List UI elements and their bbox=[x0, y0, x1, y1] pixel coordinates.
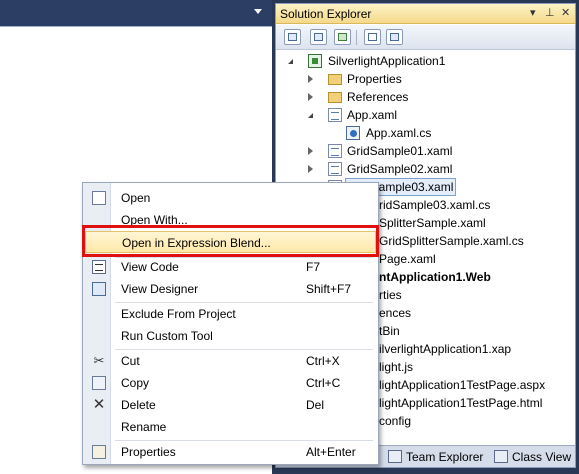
collapse-arrow-icon[interactable] bbox=[308, 147, 313, 155]
tab-label: Team Explorer bbox=[406, 450, 484, 464]
tab-label: Class View bbox=[512, 450, 572, 464]
collapse-arrow-icon[interactable] bbox=[308, 75, 313, 83]
xaml-file-icon bbox=[328, 162, 342, 176]
collapse-arrow-icon[interactable] bbox=[308, 93, 313, 101]
menu-item-shortcut: Ctrl+X bbox=[306, 354, 340, 368]
menu-item-label: Cut bbox=[121, 354, 140, 368]
menu-item-view-designer[interactable]: View Designer Shift+F7 bbox=[85, 278, 376, 300]
expand-arrow-icon[interactable] bbox=[308, 113, 313, 118]
menu-item-shortcut: Alt+Enter bbox=[306, 445, 356, 459]
tree-item-label: App.xaml bbox=[347, 108, 398, 122]
menu-item-properties[interactable]: Properties Alt+Enter bbox=[85, 441, 376, 463]
tree-item-label: tBin bbox=[379, 324, 400, 338]
menu-item-label: Open in Expression Blend... bbox=[122, 236, 271, 250]
properties-icon[interactable] bbox=[284, 29, 301, 45]
references-folder-icon bbox=[328, 92, 342, 103]
menu-item-exclude-from-project[interactable]: Exclude From Project bbox=[85, 303, 376, 325]
menu-item-shortcut: Shift+F7 bbox=[306, 282, 352, 296]
tree-item-app-xaml[interactable]: App.xaml bbox=[308, 106, 568, 124]
tree-item-label: App.xaml.cs bbox=[366, 126, 432, 140]
team-explorer-icon bbox=[388, 450, 402, 463]
properties-folder-icon bbox=[328, 74, 342, 85]
menu-item-open[interactable]: Open bbox=[85, 187, 376, 209]
menu-item-label: Open With... bbox=[121, 213, 188, 227]
tree-item-label: ridSample03.xaml.cs bbox=[379, 198, 491, 212]
menu-item-run-custom-tool[interactable]: Run Custom Tool bbox=[85, 325, 376, 347]
view-designer-icon[interactable] bbox=[386, 29, 403, 45]
expand-arrow-icon[interactable] bbox=[288, 59, 293, 64]
open-icon bbox=[92, 191, 106, 205]
tree-item-label: config bbox=[379, 414, 412, 428]
delete-icon: ✕ bbox=[92, 396, 106, 413]
tree-item-label: ntApplication1.Web bbox=[379, 270, 491, 284]
tree-item-label: rties bbox=[379, 288, 402, 302]
tree-item-label: ences bbox=[379, 306, 412, 320]
xaml-file-icon bbox=[328, 108, 342, 122]
tree-item-label: References bbox=[347, 90, 409, 104]
menu-item-open-with[interactable]: Open With... bbox=[85, 209, 376, 231]
tree-item-label: lightApplication1TestPage.html bbox=[379, 396, 543, 410]
collapse-arrow-icon[interactable] bbox=[308, 165, 313, 173]
menu-item-cut[interactable]: ✂ Cut Ctrl+X bbox=[85, 350, 376, 372]
context-menu: Open Open With... Open in Expression Ble… bbox=[82, 182, 379, 465]
show-all-files-icon[interactable] bbox=[310, 29, 327, 45]
menu-item-label: View Code bbox=[121, 260, 179, 274]
view-code-icon bbox=[92, 260, 106, 274]
menu-item-shortcut: Del bbox=[306, 398, 325, 412]
tree-item-silverlight-project[interactable]: SilverlightApplication1 bbox=[288, 52, 568, 70]
class-view-icon bbox=[494, 450, 508, 463]
tree-item-label: GridSplitterSample.xaml.cs bbox=[379, 234, 524, 248]
menu-item-shortcut: Ctrl+C bbox=[306, 376, 341, 390]
scissors-icon: ✂ bbox=[93, 353, 105, 368]
refresh-icon[interactable] bbox=[334, 29, 351, 45]
solution-explorer-titlebar: Solution Explorer ▾ ⊥ ✕ bbox=[276, 4, 575, 24]
tree-item-label: lightApplication1TestPage.aspx bbox=[379, 378, 546, 392]
view-code-icon[interactable] bbox=[364, 29, 381, 45]
silverlight-project-icon bbox=[308, 54, 322, 68]
menu-item-label: Run Custom Tool bbox=[121, 329, 213, 343]
tab-dropdown-icon[interactable] bbox=[254, 9, 262, 14]
tree-item-label: SilverlightApplication1 bbox=[328, 54, 446, 68]
auto-hide-pin-icon[interactable]: ⊥ bbox=[545, 6, 555, 19]
properties-icon bbox=[92, 445, 106, 459]
tab-class-view[interactable]: Class View bbox=[494, 448, 574, 466]
copy-icon bbox=[92, 376, 106, 390]
menu-item-label: Delete bbox=[121, 398, 156, 412]
menu-item-shortcut: F7 bbox=[306, 260, 321, 274]
close-icon[interactable]: ✕ bbox=[561, 6, 570, 19]
tree-item-properties[interactable]: Properties bbox=[308, 70, 568, 88]
panel-title: Solution Explorer bbox=[280, 7, 372, 21]
menu-item-label: Rename bbox=[121, 420, 167, 434]
menu-item-rename[interactable]: Rename bbox=[85, 416, 376, 438]
menu-item-view-code[interactable]: View Code F7 bbox=[85, 256, 376, 278]
menu-item-label: Properties bbox=[121, 445, 176, 459]
window-position-icon[interactable]: ▾ bbox=[530, 6, 536, 19]
menu-item-label: Copy bbox=[121, 376, 150, 390]
tree-item-label: GridSample01.xaml bbox=[347, 144, 453, 158]
tree-item-app-xaml-cs[interactable]: App.xaml.cs bbox=[346, 124, 568, 142]
view-designer-icon bbox=[92, 282, 106, 296]
csharp-file-icon bbox=[346, 126, 360, 140]
menu-item-label: Exclude From Project bbox=[121, 307, 236, 321]
tree-item-references[interactable]: References bbox=[308, 88, 568, 106]
tree-item-label: light.js bbox=[379, 360, 414, 374]
tree-item-label: GridSample02.xaml bbox=[347, 162, 453, 176]
tab-team-explorer[interactable]: Team Explorer bbox=[388, 448, 496, 466]
tree-item-label: Properties bbox=[347, 72, 402, 86]
tree-item-label: ilverlightApplication1.xap bbox=[379, 342, 512, 356]
xaml-file-icon bbox=[328, 144, 342, 158]
tree-item-gridsample02[interactable]: GridSample02.xaml bbox=[308, 160, 568, 178]
menu-item-label: Open bbox=[121, 191, 151, 205]
menu-item-open-in-expression-blend[interactable]: Open in Expression Blend... bbox=[85, 231, 376, 253]
menu-item-delete[interactable]: ✕ Delete Del bbox=[85, 394, 376, 416]
tree-item-label: SplitterSample.xaml bbox=[379, 216, 486, 230]
tree-item-label: Page.xaml bbox=[379, 252, 436, 266]
menu-item-copy[interactable]: Copy Ctrl+C bbox=[85, 372, 376, 394]
menu-item-label: View Designer bbox=[121, 282, 199, 296]
editor-tab-bar bbox=[0, 0, 272, 26]
solution-explorer-toolbar bbox=[276, 25, 575, 50]
toolbar-separator bbox=[356, 30, 357, 45]
tree-item-gridsample01[interactable]: GridSample01.xaml bbox=[308, 142, 568, 160]
